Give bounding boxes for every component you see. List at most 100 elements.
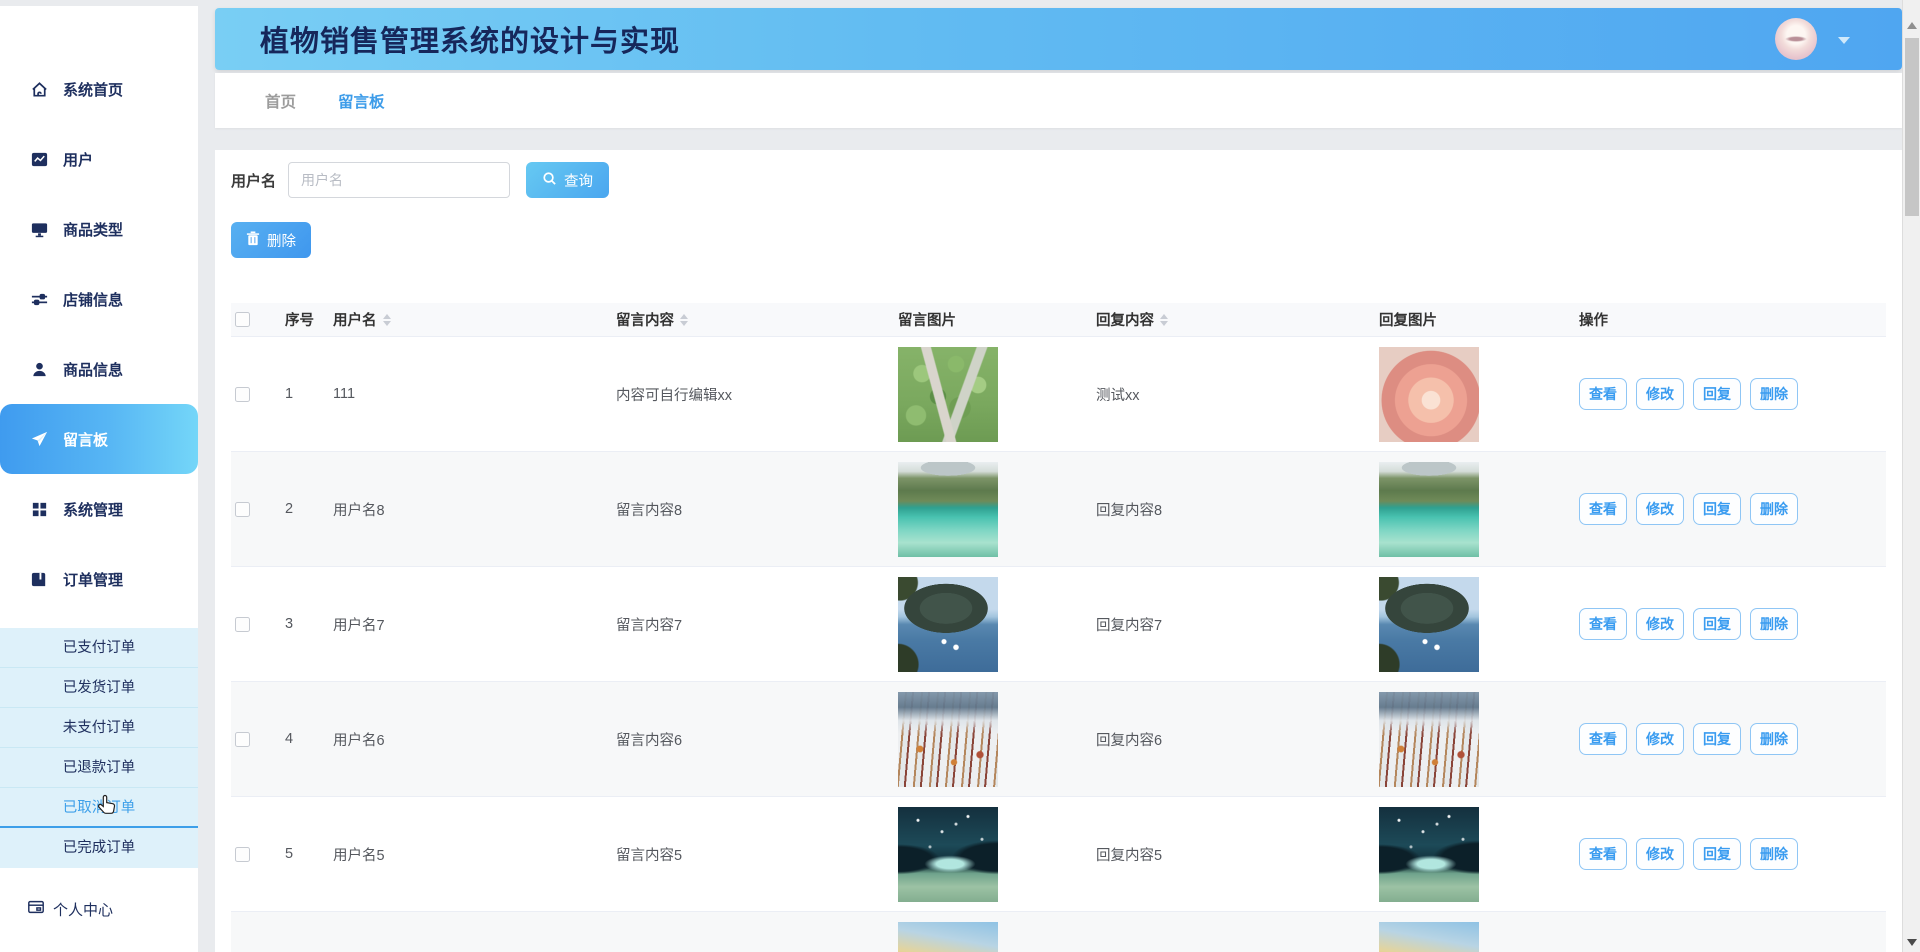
reply-image[interactable] bbox=[1379, 462, 1479, 557]
edit-button[interactable]: 修改 bbox=[1636, 493, 1684, 525]
row-username: 用户名6 bbox=[323, 729, 606, 750]
sliders-icon bbox=[30, 290, 49, 309]
header-message-image: 留言图片 bbox=[888, 309, 1086, 330]
sidebar-item-message-board[interactable]: 留言板 bbox=[0, 404, 198, 474]
reply-button[interactable]: 回复 bbox=[1693, 723, 1741, 755]
view-button[interactable]: 查看 bbox=[1579, 723, 1627, 755]
vertical-scrollbar[interactable] bbox=[1902, 0, 1920, 952]
submenu-item-shipped-orders[interactable]: 已发货订单 bbox=[0, 668, 198, 708]
search-icon bbox=[542, 171, 557, 190]
notebook-icon bbox=[30, 570, 49, 589]
reply-button[interactable]: 回复 bbox=[1693, 608, 1741, 640]
avatar[interactable] bbox=[1775, 18, 1817, 60]
sidebar-item-label: 用户 bbox=[63, 149, 93, 170]
sidebar-item-product-types[interactable]: 商品类型 bbox=[0, 194, 198, 264]
view-button[interactable]: 查看 bbox=[1579, 493, 1627, 525]
order-submenu: 已支付订单 已发货订单 未支付订单 已退款订单 已取消订单 已完成订单 bbox=[0, 628, 198, 868]
header-username[interactable]: 用户名 bbox=[323, 309, 606, 330]
reply-image[interactable] bbox=[1379, 577, 1479, 672]
sidebar-item-order-admin[interactable]: 订单管理 bbox=[0, 544, 198, 614]
row-index: 4 bbox=[275, 731, 323, 747]
view-button[interactable]: 查看 bbox=[1579, 378, 1627, 410]
edit-button[interactable]: 修改 bbox=[1636, 838, 1684, 870]
view-button[interactable]: 查看 bbox=[1579, 608, 1627, 640]
view-button[interactable]: 查看 bbox=[1579, 838, 1627, 870]
send-icon bbox=[30, 430, 49, 449]
edit-button[interactable]: 修改 bbox=[1636, 608, 1684, 640]
row-username: 用户名8 bbox=[323, 499, 606, 520]
sidebar-item-label: 留言板 bbox=[63, 429, 108, 450]
table-row: 1 111 内容可自行编辑xx 测试xx 查看 修改 回复 删除 bbox=[231, 337, 1886, 452]
message-image[interactable] bbox=[898, 347, 998, 442]
row-index: 5 bbox=[275, 846, 323, 862]
message-image[interactable] bbox=[898, 577, 998, 672]
delete-row-button[interactable]: 删除 bbox=[1750, 378, 1798, 410]
message-image[interactable] bbox=[898, 807, 998, 902]
header-actions: 操作 bbox=[1569, 309, 1886, 330]
header-message[interactable]: 留言内容 bbox=[606, 309, 888, 330]
content-panel: 用户名 查询 删除 序号 用户名 bbox=[215, 150, 1902, 952]
row-checkbox[interactable] bbox=[235, 387, 250, 402]
sidebar-item-label: 商品信息 bbox=[63, 359, 123, 380]
sort-icon[interactable] bbox=[1160, 314, 1168, 326]
row-checkbox[interactable] bbox=[235, 732, 250, 747]
header-reply[interactable]: 回复内容 bbox=[1086, 309, 1369, 330]
reply-button[interactable]: 回复 bbox=[1693, 493, 1741, 525]
row-index: 2 bbox=[275, 501, 323, 517]
sidebar-item-product-info[interactable]: 商品信息 bbox=[0, 334, 198, 404]
row-username: 111 bbox=[323, 386, 606, 402]
submenu-item-completed-orders[interactable]: 已完成订单 bbox=[0, 828, 198, 868]
reply-button[interactable]: 回复 bbox=[1693, 378, 1741, 410]
reply-image[interactable] bbox=[1379, 692, 1479, 787]
row-checkbox[interactable] bbox=[235, 502, 250, 517]
sort-icon[interactable] bbox=[383, 314, 391, 326]
row-message: 留言内容7 bbox=[606, 614, 888, 635]
submenu-item-paid-orders[interactable]: 已支付订单 bbox=[0, 628, 198, 668]
reply-image[interactable] bbox=[1379, 347, 1479, 442]
delete-row-button[interactable]: 删除 bbox=[1750, 838, 1798, 870]
sidebar-item-home[interactable]: 系统首页 bbox=[0, 54, 198, 124]
edit-button[interactable]: 修改 bbox=[1636, 378, 1684, 410]
sidebar-item-personal-center[interactable]: 个人中心 bbox=[0, 898, 198, 920]
row-checkbox[interactable] bbox=[235, 617, 250, 632]
scroll-up-arrow-icon[interactable] bbox=[1907, 22, 1917, 29]
table-row: 3 用户名7 留言内容7 回复内容7 查看 修改 回复 删除 bbox=[231, 567, 1886, 682]
scroll-down-arrow-icon[interactable] bbox=[1907, 939, 1917, 946]
select-all-checkbox[interactable] bbox=[235, 312, 250, 327]
sidebar-item-label: 系统首页 bbox=[63, 79, 123, 100]
reply-button[interactable]: 回复 bbox=[1693, 838, 1741, 870]
tab-home[interactable]: 首页 bbox=[265, 90, 296, 112]
username-input[interactable] bbox=[288, 162, 510, 198]
row-checkbox[interactable] bbox=[235, 847, 250, 862]
reply-image[interactable] bbox=[1379, 922, 1479, 952]
sidebar-item-system-admin[interactable]: 系统管理 bbox=[0, 474, 198, 544]
tab-message-board[interactable]: 留言板 bbox=[338, 90, 385, 112]
message-image[interactable] bbox=[898, 462, 998, 557]
row-message: 内容可自行编辑xx bbox=[606, 384, 888, 405]
sidebar: 系统首页 用户 商品类型 店铺信息 商品信息 bbox=[0, 6, 198, 952]
edit-button[interactable]: 修改 bbox=[1636, 723, 1684, 755]
delete-row-button[interactable]: 删除 bbox=[1750, 493, 1798, 525]
table-header: 序号 用户名 留言内容 留言图片 回复内容 回复图片 操作 bbox=[231, 303, 1886, 337]
sidebar-item-shop-info[interactable]: 店铺信息 bbox=[0, 264, 198, 334]
query-button[interactable]: 查询 bbox=[526, 162, 609, 198]
message-image[interactable] bbox=[898, 692, 998, 787]
submenu-item-refunded-orders[interactable]: 已退款订单 bbox=[0, 748, 198, 788]
mouse-cursor bbox=[97, 794, 119, 823]
message-image[interactable] bbox=[898, 922, 998, 952]
card-icon bbox=[27, 898, 45, 920]
header-banner: 植物销售管理系统的设计与实现 bbox=[215, 8, 1902, 70]
table-row: 查看 修改 回复 删除 bbox=[231, 912, 1886, 952]
chevron-down-icon[interactable] bbox=[1838, 37, 1850, 44]
scrollbar-thumb[interactable] bbox=[1905, 38, 1919, 216]
header-reply-image: 回复图片 bbox=[1369, 309, 1569, 330]
delete-button[interactable]: 删除 bbox=[231, 222, 311, 258]
page-title: 植物销售管理系统的设计与实现 bbox=[260, 18, 680, 60]
row-username: 用户名5 bbox=[323, 844, 606, 865]
submenu-item-unpaid-orders[interactable]: 未支付订单 bbox=[0, 708, 198, 748]
sort-icon[interactable] bbox=[680, 314, 688, 326]
reply-image[interactable] bbox=[1379, 807, 1479, 902]
sidebar-item-users[interactable]: 用户 bbox=[0, 124, 198, 194]
delete-row-button[interactable]: 删除 bbox=[1750, 608, 1798, 640]
delete-row-button[interactable]: 删除 bbox=[1750, 723, 1798, 755]
